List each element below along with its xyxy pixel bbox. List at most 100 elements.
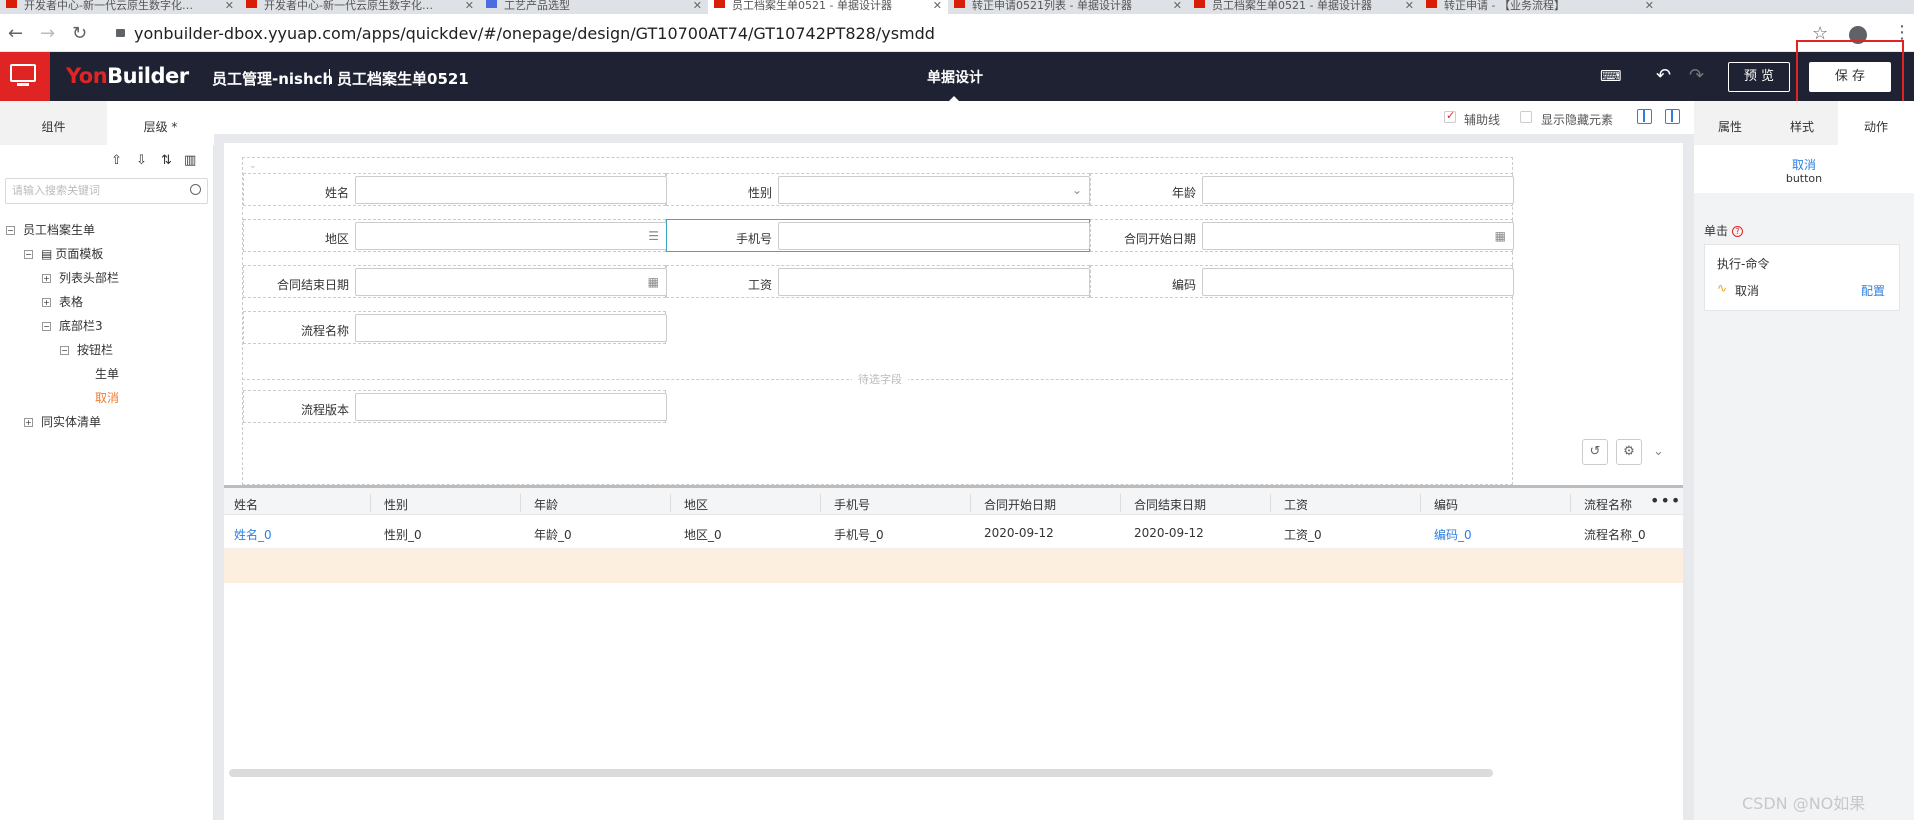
column-divider[interactable] <box>1420 494 1421 512</box>
field-phone[interactable]: 手机号 <box>666 219 1090 252</box>
tree-node[interactable]: − 底部栏3 <box>42 317 103 334</box>
close-icon[interactable]: ✕ <box>693 0 702 11</box>
code-input[interactable] <box>1202 268 1514 296</box>
table-header-cell[interactable]: 合同开始日期 <box>984 496 1056 513</box>
expand-icon[interactable]: + <box>42 274 51 283</box>
column-divider[interactable] <box>1120 494 1121 512</box>
browser-tab[interactable]: 开发者中心-新一代云原生数字化… ✕ <box>0 0 240 14</box>
browser-tab[interactable]: 工艺产品选型 ✕ <box>480 0 708 14</box>
table-header-cell[interactable]: 地区 <box>684 496 708 513</box>
configure-link[interactable]: 配置 <box>1861 282 1885 299</box>
horizontal-scrollbar[interactable] <box>229 769 1493 777</box>
field-gender[interactable]: 性别 ⌄ <box>666 173 1090 206</box>
contract-end-input[interactable]: ▦ <box>355 268 667 296</box>
browser-tab[interactable]: 转正申请 - 【业务流程】 ✕ <box>1420 0 1660 14</box>
chevron-down-icon[interactable]: ⌄ <box>249 161 257 171</box>
tree-node[interactable]: 生单 <box>95 365 119 382</box>
collapse-icon[interactable]: − <box>24 250 33 259</box>
tab-styles[interactable]: 样式 <box>1766 101 1838 145</box>
expand-icon[interactable]: + <box>24 418 33 427</box>
bar-chart-icon[interactable]: ▥ <box>184 153 196 168</box>
flow-version-input[interactable] <box>355 393 667 421</box>
tab-properties[interactable]: 属性 <box>1694 101 1766 145</box>
help-icon[interactable]: ? <box>1732 226 1744 237</box>
table-header-cell[interactable]: 流程名称 <box>1584 496 1632 513</box>
field-contract-end[interactable]: 合同结束日期 ▦ <box>243 265 667 298</box>
gender-select[interactable]: ⌄ <box>778 176 1090 204</box>
collapse-icon[interactable]: − <box>60 346 69 355</box>
field-name[interactable]: 姓名 <box>243 173 667 206</box>
table-header-cell[interactable]: 编码 <box>1434 496 1458 513</box>
browser-tab[interactable]: 员工档案生单0521 - 单据设计器 ✕ <box>1188 0 1420 14</box>
region-input[interactable]: ☰ <box>355 222 667 250</box>
import-icon[interactable]: ⇩ <box>136 153 147 168</box>
table-cell[interactable]: 姓名_0 <box>234 526 272 543</box>
tab-actions[interactable]: 动作 <box>1838 101 1914 145</box>
column-divider[interactable] <box>370 494 371 512</box>
reload-icon[interactable]: ↻ <box>72 23 87 44</box>
tree-node[interactable]: − 员工档案生单 <box>6 221 95 238</box>
column-divider[interactable] <box>520 494 521 512</box>
tree-node[interactable]: − ▤ 页面模板 <box>24 245 103 262</box>
field-contract-start[interactable]: 合同开始日期 ▦ <box>1090 219 1514 252</box>
close-icon[interactable]: ✕ <box>1405 0 1414 11</box>
column-divider[interactable] <box>1270 494 1271 512</box>
table-header-cell[interactable]: 合同结束日期 <box>1134 496 1206 513</box>
redo-icon[interactable]: ↷ <box>1689 65 1704 86</box>
undo-icon[interactable]: ↶ <box>1656 65 1671 86</box>
contract-start-input[interactable]: ▦ <box>1202 222 1514 250</box>
salary-input[interactable] <box>778 268 1090 296</box>
tree-node[interactable]: + 列表头部栏 <box>42 269 119 286</box>
close-icon[interactable]: ✕ <box>1173 0 1182 11</box>
browser-tab[interactable]: 转正申请0521列表 - 单据设计器 ✕ <box>948 0 1188 14</box>
table-header-cell[interactable]: 姓名 <box>234 496 258 513</box>
preview-button[interactable]: 预 览 <box>1728 62 1790 92</box>
search-icon[interactable] <box>190 184 201 195</box>
url-field[interactable]: yonbuilder-dbox.yyuap.com/apps/quickdev/… <box>114 23 1814 45</box>
field-flow-version[interactable]: 流程版本 <box>243 390 667 423</box>
column-divider[interactable] <box>970 494 971 512</box>
breadcrumb-page[interactable]: 员工档案生单0521 <box>337 68 469 89</box>
field-age[interactable]: 年龄 <box>1090 173 1514 206</box>
table-header-cell[interactable]: 性别 <box>384 496 408 513</box>
browser-tab-active[interactable]: 员工档案生单0521 - 单据设计器 ✕ <box>708 0 948 14</box>
table-cell[interactable]: 编码_0 <box>1434 526 1472 543</box>
expand-icon[interactable]: + <box>42 298 51 307</box>
close-icon[interactable]: ✕ <box>225 0 234 11</box>
selected-name[interactable]: 取消 <box>1694 156 1914 173</box>
field-flow-name[interactable]: 流程名称 <box>243 311 667 344</box>
tree-node[interactable]: + 同实体清单 <box>24 413 101 430</box>
flow-name-input[interactable] <box>355 314 667 342</box>
export-icon[interactable]: ⇧ <box>111 153 122 168</box>
keyboard-icon[interactable]: ⌨ <box>1600 67 1622 85</box>
column-divider[interactable] <box>1570 494 1571 512</box>
monitor-icon[interactable] <box>0 52 50 101</box>
tree-node-selected[interactable]: 取消 <box>95 389 119 406</box>
table-row[interactable]: 姓名_0 性别_0 年龄_0 地区_0 手机号_0 2020-09-12 202… <box>224 515 1683 549</box>
tree-node[interactable]: − 按钮栏 <box>60 341 113 358</box>
show-hidden-checkbox[interactable] <box>1520 111 1532 123</box>
close-icon[interactable]: ✕ <box>933 0 942 11</box>
column-divider[interactable] <box>670 494 671 512</box>
table-header-cell[interactable]: 手机号 <box>834 496 870 513</box>
name-input[interactable] <box>355 176 667 204</box>
sort-icon[interactable]: ⇅ <box>161 153 172 168</box>
field-code[interactable]: 编码 <box>1090 265 1514 298</box>
phone-input[interactable] <box>778 222 1090 250</box>
tab-hierarchy[interactable]: 层级 * <box>107 101 214 145</box>
breadcrumb-app[interactable]: 员工管理-nishch <box>212 68 333 89</box>
assist-line-checkbox[interactable] <box>1444 109 1456 123</box>
collapse-icon[interactable]: − <box>6 226 15 235</box>
close-icon[interactable]: ✕ <box>1645 0 1654 11</box>
age-input[interactable] <box>1202 176 1514 204</box>
table-row-highlight[interactable] <box>224 549 1683 583</box>
collapse-icon[interactable]: − <box>42 322 51 331</box>
more-icon[interactable]: ••• <box>1650 491 1681 510</box>
tree-node[interactable]: + 表格 <box>42 293 83 310</box>
layout-icon[interactable] <box>1637 109 1652 124</box>
reset-icon[interactable]: ↺ <box>1582 439 1608 465</box>
table-header-cell[interactable]: 工资 <box>1284 496 1308 513</box>
tab-components[interactable]: 组件 <box>0 101 107 145</box>
table-header-cell[interactable]: 年龄 <box>534 496 558 513</box>
settings-icon[interactable]: ⚙ <box>1616 439 1642 465</box>
